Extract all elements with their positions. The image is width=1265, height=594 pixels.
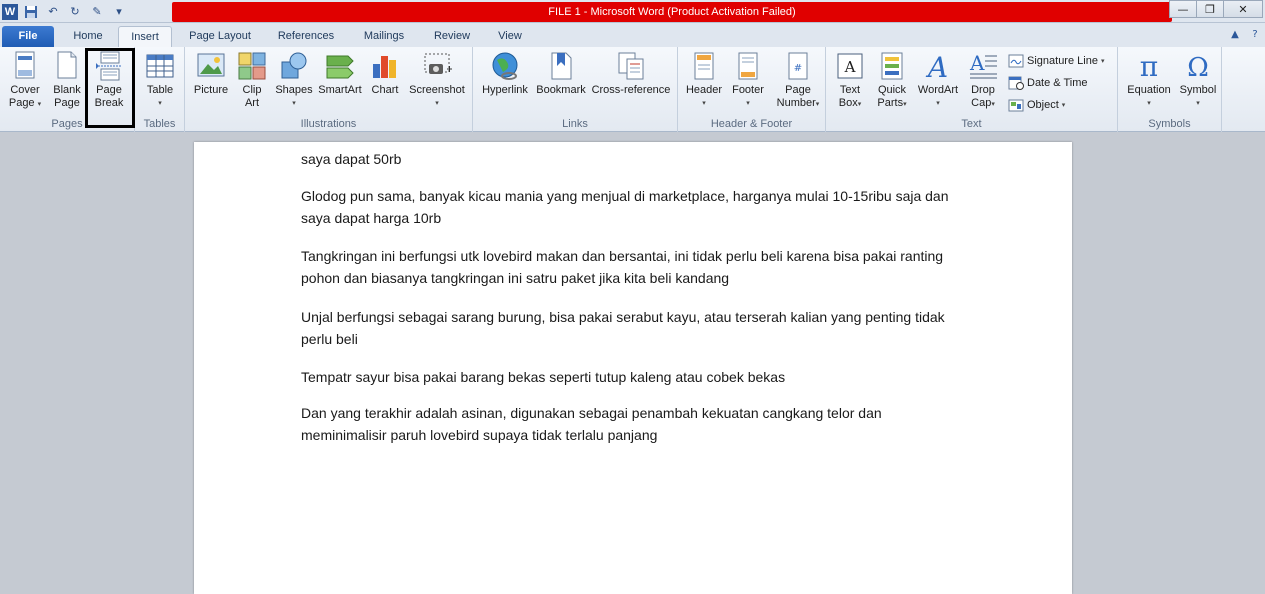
title-bar: W ↶ ↻ ✎ ▾ FILE 1 - Microsoft Word (Produ… <box>0 0 1265 23</box>
cover-page-button[interactable]: Cover Page ▾ <box>4 50 46 111</box>
date-time-button[interactable]: Date & Time <box>1008 73 1088 93</box>
drop-cap-icon: A <box>969 51 997 79</box>
group-header-footer: Header ▾ Footer ▾ # Page Number▾ Header … <box>678 47 826 132</box>
header-icon <box>694 52 714 80</box>
paragraph[interactable]: saya dapat 50rb <box>301 148 971 170</box>
header-button[interactable]: Header ▾ <box>682 50 726 110</box>
equation-button[interactable]: π Equation ▾ <box>1122 50 1176 110</box>
date-time-icon <box>1008 76 1024 90</box>
cross-reference-icon <box>618 52 644 80</box>
format-painter-icon[interactable]: ✎ <box>88 3 106 21</box>
footer-button[interactable]: Footer ▾ <box>726 50 770 110</box>
shapes-icon <box>281 52 307 79</box>
quick-parts-icon <box>881 52 903 80</box>
chart-button[interactable]: Chart <box>367 50 403 97</box>
clip-art-button[interactable]: Clip Art <box>235 50 269 110</box>
page-number-icon: # <box>788 52 808 80</box>
object-icon <box>1008 99 1024 112</box>
group-label-tables: Tables <box>143 118 176 130</box>
svg-text:#: # <box>794 63 802 74</box>
group-illustrations: Picture Clip Art Shapes ▾ SmartArt Chart… <box>185 47 473 132</box>
svg-text:A: A <box>969 51 985 75</box>
hyperlink-button[interactable]: Hyperlink <box>477 50 533 97</box>
paragraph[interactable]: Tempatr sayur bisa pakai barang bekas se… <box>301 366 971 388</box>
group-links: Hyperlink Bookmark Cross-reference Links <box>473 47 678 132</box>
blank-page-icon <box>57 51 77 79</box>
save-icon[interactable] <box>22 3 40 21</box>
undo-icon[interactable]: ↶ <box>44 3 62 21</box>
smartart-icon <box>326 55 354 79</box>
redo-icon[interactable]: ↻ <box>66 3 84 21</box>
footer-icon <box>738 52 758 80</box>
paragraph[interactable]: Glodog pun sama, banyak kicau mania yang… <box>301 185 971 229</box>
group-label-text: Text <box>961 118 982 130</box>
tab-references[interactable]: References <box>268 26 344 47</box>
drop-cap-button[interactable]: A Drop Cap▾ <box>964 50 1002 111</box>
close-icon[interactable]: ✕ <box>1223 0 1263 18</box>
chart-icon <box>373 56 396 78</box>
signature-line-icon <box>1008 54 1024 68</box>
svg-text:A: A <box>844 58 856 76</box>
quick-parts-button[interactable]: Quick Parts▾ <box>872 50 912 111</box>
group-tables: Table ▾ Tables <box>135 47 185 132</box>
group-label-symbols: Symbols <box>1148 118 1191 130</box>
tab-mailings[interactable]: Mailings <box>352 26 416 47</box>
screenshot-icon <box>424 53 452 74</box>
page-break-highlight-box <box>85 48 135 128</box>
screenshot-button[interactable]: Screenshot ▾ <box>405 50 469 110</box>
ribbon-minimize-icon[interactable]: ▲ <box>1227 26 1243 42</box>
group-label-header-footer: Header & Footer <box>710 118 793 130</box>
window-controls: — ❐ ✕ <box>1169 0 1263 18</box>
group-symbols: π Equation ▾ Ω Symbol ▾ Symbols <box>1118 47 1222 132</box>
symbol-button[interactable]: Ω Symbol ▾ <box>1176 50 1220 110</box>
tab-page-layout[interactable]: Page Layout <box>180 26 260 47</box>
paragraph[interactable]: Dan yang terakhir adalah asinan, digunak… <box>301 402 971 446</box>
omega-icon: Ω <box>1187 53 1209 82</box>
ribbon-insert: Cover Page ▾ Blank Page Page Break Pages… <box>0 47 1265 132</box>
cross-reference-button[interactable]: Cross-reference <box>589 50 673 97</box>
page-number-button[interactable]: # Page Number▾ <box>772 50 824 111</box>
window-title: FILE 1 - Microsoft Word (Product Activat… <box>172 2 1172 22</box>
tab-file[interactable]: File <box>2 26 54 47</box>
tab-view[interactable]: View <box>488 26 532 47</box>
svg-text:Ω: Ω <box>1187 53 1209 82</box>
group-label-links: Links <box>562 118 588 130</box>
table-icon <box>146 54 174 78</box>
wordart-button[interactable]: A WordArt ▾ <box>914 50 962 110</box>
group-label-illustrations: Illustrations <box>300 118 357 130</box>
minimize-icon[interactable]: — <box>1169 0 1197 18</box>
table-button[interactable]: Table ▾ <box>139 50 181 110</box>
pi-icon: π <box>1140 50 1158 82</box>
svg-text:A: A <box>925 51 948 82</box>
quick-access-toolbar: W ↶ ↻ ✎ ▾ <box>2 2 128 21</box>
text-box-icon: A <box>837 53 863 79</box>
svg-text:π: π <box>1140 50 1158 82</box>
hyperlink-icon <box>492 52 518 80</box>
tab-home[interactable]: Home <box>64 26 112 47</box>
document-page[interactable]: saya dapat 50rb Glodog pun sama, banyak … <box>194 142 1072 594</box>
signature-line-button[interactable]: Signature Line ▾ <box>1008 51 1104 71</box>
bookmark-icon <box>551 52 572 80</box>
smartart-button[interactable]: SmartArt <box>315 50 365 97</box>
clip-art-icon <box>238 52 266 80</box>
tab-insert[interactable]: Insert <box>118 26 172 47</box>
paragraph[interactable]: Tangkringan ini berfungsi utk lovebird m… <box>301 245 971 289</box>
group-text: A Text Box▾ Quick Parts▾ A WordArt ▾ A D… <box>826 47 1118 132</box>
wordart-icon: A <box>925 51 948 82</box>
object-button[interactable]: Object ▾ <box>1008 95 1065 115</box>
help-icon[interactable]: ? <box>1247 26 1263 42</box>
text-box-button[interactable]: A Text Box▾ <box>830 50 870 111</box>
word-app-icon[interactable]: W <box>2 3 18 20</box>
cover-page-icon <box>15 51 35 79</box>
paragraph[interactable]: Unjal berfungsi sebagai sarang burung, b… <box>301 306 971 350</box>
blank-page-button[interactable]: Blank Page <box>48 50 86 110</box>
picture-button[interactable]: Picture <box>189 50 233 97</box>
shapes-button[interactable]: Shapes ▾ <box>273 50 315 110</box>
bookmark-button[interactable]: Bookmark <box>533 50 589 97</box>
picture-icon <box>197 53 225 77</box>
qat-customize-icon[interactable]: ▾ <box>110 3 128 21</box>
ribbon-tabs: File Home Insert Page Layout References … <box>0 23 1265 47</box>
restore-icon[interactable]: ❐ <box>1196 0 1224 18</box>
tab-review[interactable]: Review <box>424 26 480 47</box>
